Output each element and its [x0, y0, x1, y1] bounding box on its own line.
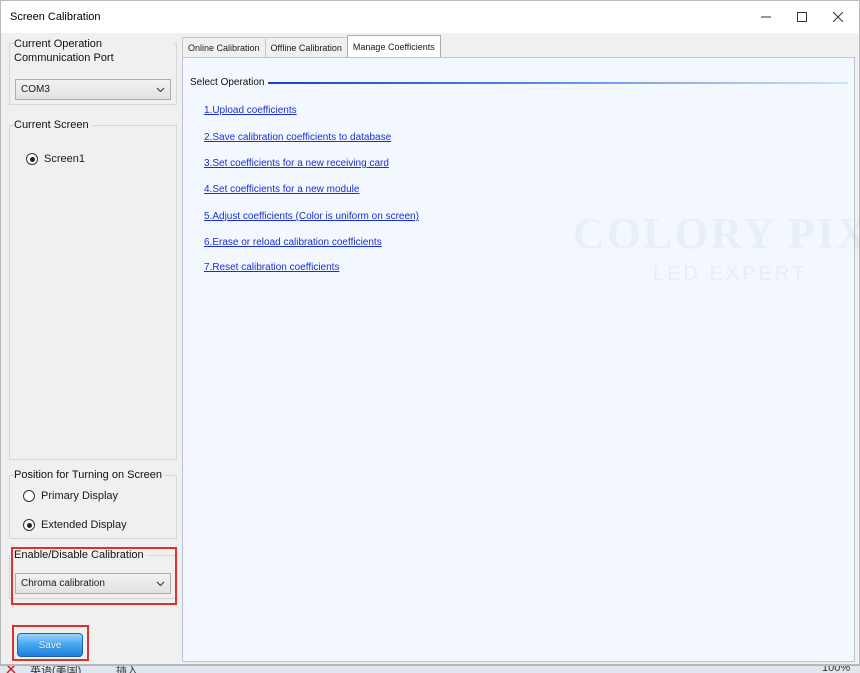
- tab-offline-calibration[interactable]: Offline Calibration: [264, 37, 348, 57]
- tab-strip: Online Calibration Offline Calibration M…: [182, 35, 441, 57]
- adjust-coefficients-link[interactable]: 5.Adjust coefficients (Color is uniform …: [204, 211, 419, 222]
- screen-calibration-window: Screen Calibration Current Operation Com…: [0, 0, 860, 665]
- reset-coefficients-link[interactable]: 7.Reset calibration coefficients: [204, 262, 339, 273]
- select-operation-title: Select Operation: [190, 77, 268, 88]
- radio-unchecked-icon: [23, 490, 35, 502]
- port-group-label: Current Operation Communication Port: [14, 37, 174, 65]
- port-select-value: COM3: [21, 84, 50, 95]
- radio-checked-icon: [23, 519, 35, 531]
- minimize-icon: [761, 16, 771, 18]
- screen-radio-label: Screen1: [44, 153, 85, 165]
- screen-radio[interactable]: Screen1: [26, 153, 85, 165]
- radio-checked-icon: [26, 153, 38, 165]
- new-receiving-card-link[interactable]: 3.Set coefficients for a new receiving c…: [204, 158, 389, 169]
- calibration-highlight: [11, 547, 177, 605]
- erase-reload-link[interactable]: 6.Erase or reload calibration coefficien…: [204, 237, 382, 248]
- minimize-button[interactable]: [747, 1, 785, 33]
- primary-display-label: Primary Display: [41, 490, 119, 502]
- status-insert-mode: 插入: [116, 665, 138, 673]
- chevron-down-icon: [156, 87, 165, 93]
- current-screen-label: Current Screen: [14, 118, 92, 132]
- save-to-database-link[interactable]: 2.Save calibration coefficients to datab…: [204, 132, 391, 143]
- extended-display-radio[interactable]: Extended Display: [23, 519, 127, 531]
- save-highlight: [12, 625, 89, 661]
- watermark-brand: COLORY PIXEL: [573, 209, 860, 258]
- current-screen-group: [9, 125, 177, 460]
- extended-display-label: Extended Display: [41, 519, 127, 531]
- maximize-icon: [797, 12, 807, 22]
- primary-display-radio[interactable]: Primary Display: [23, 490, 118, 502]
- watermark-tagline: LED EXPERT: [653, 263, 808, 285]
- tab-manage-coefficients[interactable]: Manage Coefficients: [346, 35, 441, 57]
- error-icon: [6, 666, 16, 673]
- title-bar: Screen Calibration: [1, 1, 859, 33]
- new-module-link[interactable]: 4.Set coefficients for a new module: [204, 184, 359, 195]
- tab-online-calibration[interactable]: Online Calibration: [182, 37, 266, 57]
- position-group-label: Position for Turning on Screen: [14, 468, 165, 482]
- close-button[interactable]: [819, 1, 857, 33]
- upload-coefficients-link[interactable]: 1.Upload coefficients: [204, 105, 297, 116]
- background-status-bar: 英语(美国) 插入 100%: [0, 665, 860, 673]
- status-language: 英语(美国): [30, 665, 82, 673]
- close-icon: [833, 12, 843, 22]
- section-divider: [263, 82, 848, 84]
- status-zoom: 100%: [822, 665, 851, 673]
- manage-coefficients-panel: COLORY PIXEL LED EXPERT Select Operation…: [182, 57, 860, 662]
- window-title: Screen Calibration: [10, 11, 101, 23]
- port-select[interactable]: COM3: [15, 79, 171, 100]
- maximize-button[interactable]: [783, 1, 821, 33]
